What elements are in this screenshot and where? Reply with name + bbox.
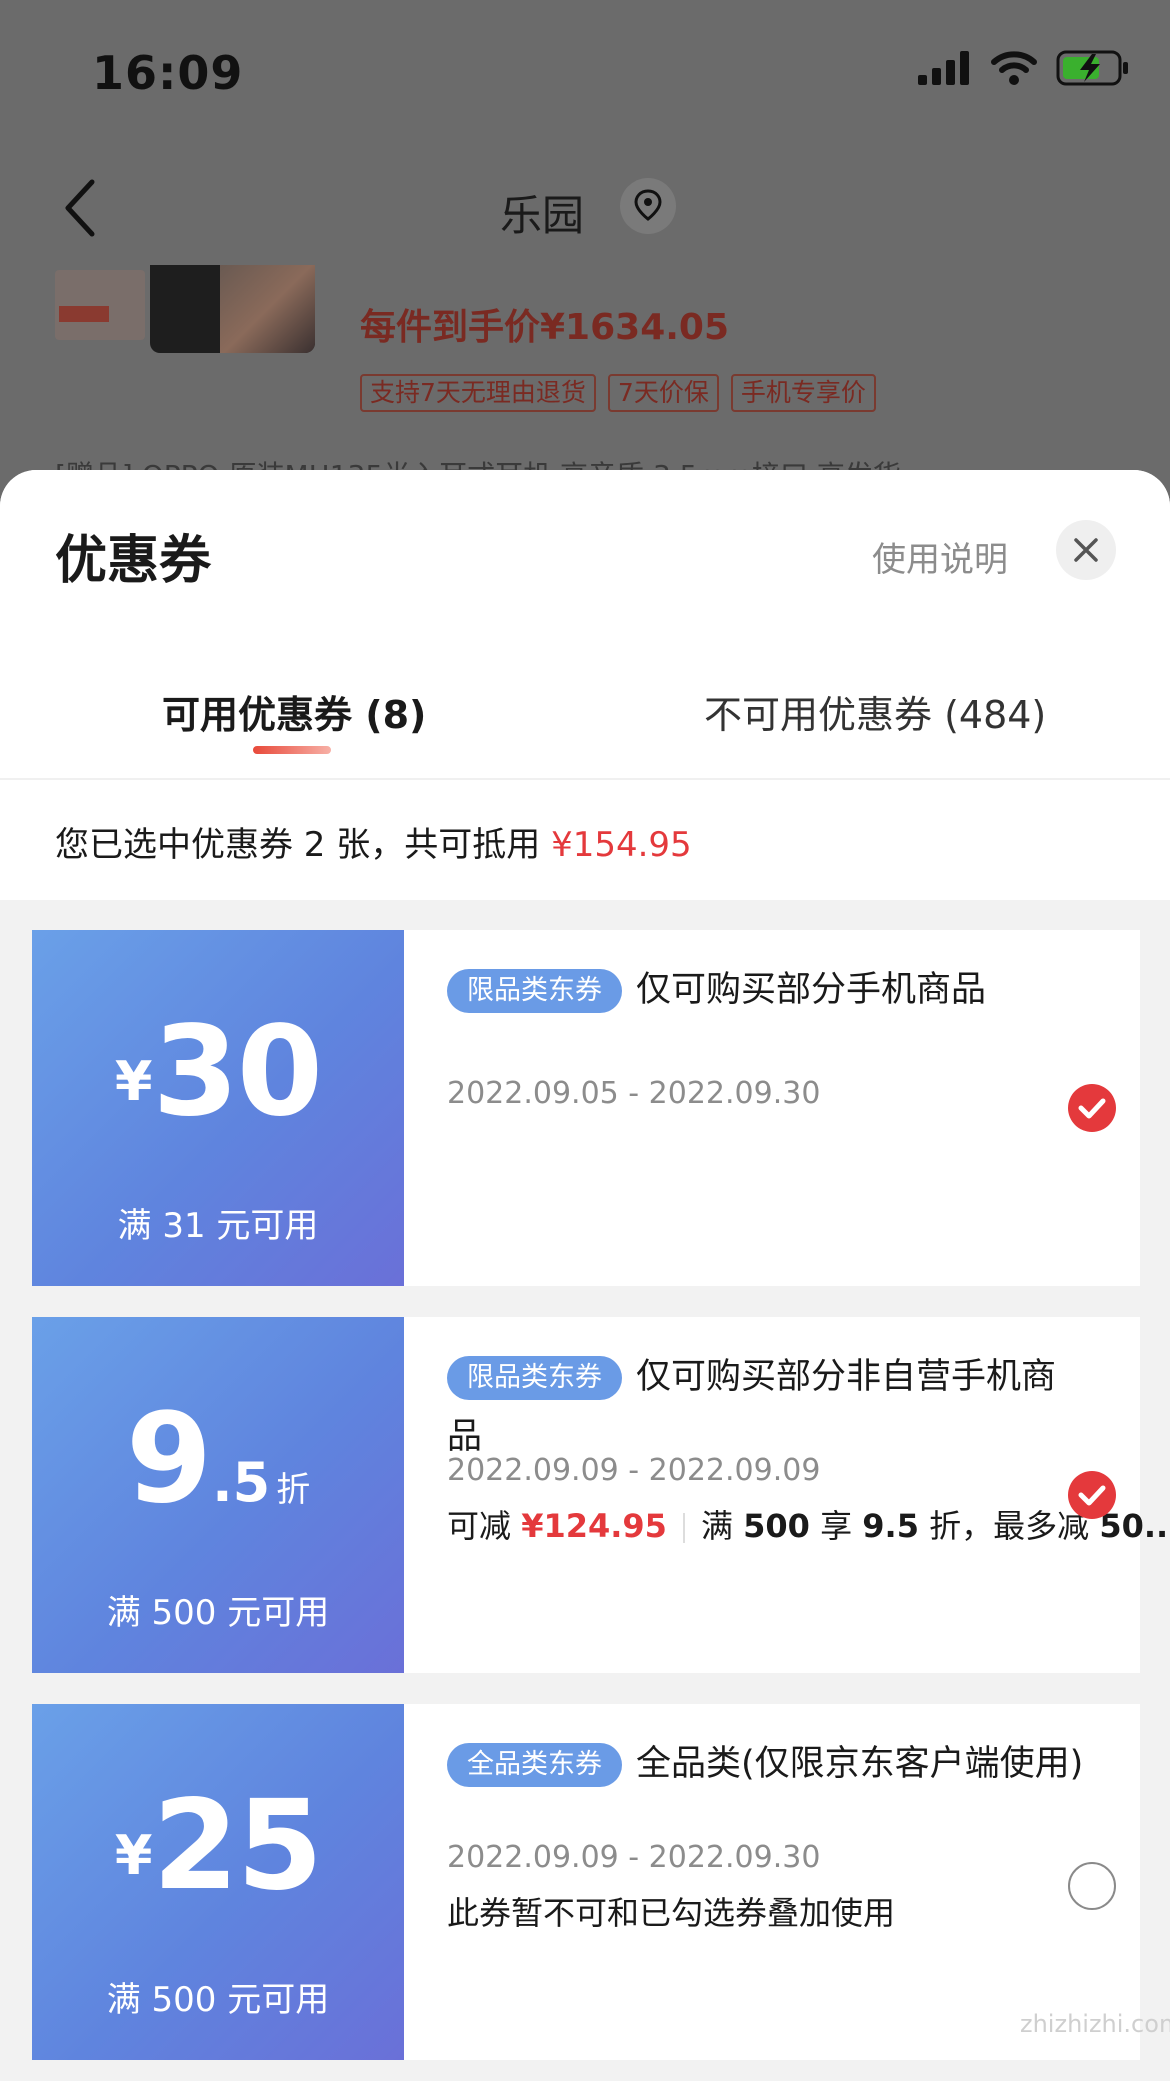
coupon-condition: 满 31 元可用: [117, 1206, 319, 1246]
close-icon: [1074, 538, 1098, 562]
nav-bar: 乐园: [0, 160, 1170, 250]
wifi-icon: [991, 51, 1037, 85]
coupon-details: 限品类东券 仅可购买部分非自营手机商品 2022.09.09 - 2022.09.…: [447, 1317, 1170, 1673]
coupon-value-panel: ¥25 满 500 元可用: [25, 1704, 404, 2060]
location-icon[interactable]: [620, 178, 676, 234]
coupon-savings-row: 可减 ¥124.95满 500 享 9.5 折，最多减 50...: [447, 1501, 1170, 1547]
amount-value: 25: [152, 1774, 324, 1918]
rule-text: 满: [700, 1507, 744, 1545]
product-image: [150, 265, 315, 353]
rule-threshold: 500: [743, 1507, 810, 1545]
summary-amount: ¥154.95: [551, 825, 692, 865]
coupon-type-badge: 限品类东券: [447, 969, 622, 1013]
selection-summary: 您已选中优惠券 2 张，共可抵用 ¥154.95: [55, 817, 692, 866]
product-tag: 手机专享价: [730, 374, 876, 412]
tab-unavailable-coupons[interactable]: 不可用优惠券 (484): [704, 684, 1046, 739]
coupon-card[interactable]: ¥30 满 31 元可用 限品类东券 仅可购买部分手机商品 2022.09.05 …: [25, 930, 1140, 1286]
discount-dec: .5: [212, 1451, 271, 1514]
coupon-type-badge: 限品类东券: [447, 1356, 622, 1400]
coupon-validity: 2022.09.05 - 2022.09.30: [447, 1076, 821, 1111]
sheet-header: 优惠券 使用说明 可用优惠券 (8) 不可用优惠券 (484) 您已选中优惠券 …: [0, 470, 1170, 900]
tab-available-coupons[interactable]: 可用优惠券 (8): [162, 684, 426, 739]
coupon-description-row: 全品类东券 全品类(仅限京东客户端使用): [447, 1734, 1087, 1794]
battery-charging-icon: [1056, 50, 1128, 86]
status-icons: [918, 50, 1130, 86]
summary-text: 您已选中优惠券 2 张，共可抵用: [55, 825, 552, 865]
divider: [0, 778, 1170, 780]
coupon-type-badge: 全品类东券: [447, 1743, 622, 1787]
coupon-details: 全品类东券 全品类(仅限京东客户端使用) 2022.09.09 - 2022.09…: [447, 1704, 1087, 2060]
coupon-description: 全品类(仅限京东客户端使用): [636, 1744, 1084, 1784]
coupon-validity: 2022.09.09 - 2022.09.09: [447, 1453, 821, 1488]
coupon-card[interactable]: ¥25 满 500 元可用 全品类东券 全品类(仅限京东客户端使用) 2022.0…: [25, 1704, 1140, 2060]
nav-title: 乐园: [500, 191, 585, 240]
product-tag: 7天价保: [607, 374, 719, 412]
coupon-amount: ¥25: [32, 1774, 404, 1918]
back-icon[interactable]: [62, 178, 98, 238]
rule-rate: 9.5: [862, 1507, 919, 1545]
usage-instructions-link[interactable]: 使用说明: [872, 532, 1008, 581]
close-button[interactable]: [1056, 520, 1116, 580]
coupon-sheet: 优惠券 使用说明 可用优惠券 (8) 不可用优惠券 (484) 您已选中优惠券 …: [0, 470, 1170, 2081]
coupon-validity: 2022.09.09 - 2022.09.30: [447, 1840, 821, 1875]
rule-text: 享: [809, 1507, 863, 1545]
coupon-amount: ¥30: [32, 1000, 404, 1144]
coupon-condition: 满 500 元可用: [106, 1980, 330, 2020]
coupon-description-row: 限品类东券 仅可购买部分非自营手机商品: [447, 1347, 1087, 1467]
sheet-title: 优惠券: [55, 531, 212, 591]
coupon-value-panel: ¥30 满 31 元可用: [25, 930, 404, 1286]
coupon-card[interactable]: 9.5 折 满 500 元可用 限品类东券 仅可购买部分非自营手机商品 2022.0…: [25, 1317, 1170, 1673]
separator: [682, 1513, 685, 1543]
coupon-details: 限品类东券 仅可购买部分手机商品 2022.09.05 - 2022.09.30: [447, 930, 1087, 1286]
coupon-description-row: 限品类东券 仅可购买部分手机商品: [447, 960, 1087, 1020]
unchecked-radio[interactable]: [1068, 1862, 1116, 1910]
product-tags: 支持7天无理由退货 7天价保 手机专享价: [360, 374, 876, 412]
coupon-note: 此券暂不可和已勾选券叠加使用: [447, 1894, 896, 1932]
discount-int: 9: [125, 1387, 213, 1531]
product-price: 每件到手价¥1634.05: [360, 307, 730, 348]
product-thumbnail: [55, 270, 145, 340]
coupon-value-panel: 9.5 折 满 500 元可用: [25, 1317, 404, 1673]
background-page: 16:09 乐园 每件到手价¥1634.05 支持7天无理由退货 7天价保 手机…: [0, 0, 1170, 520]
status-bar: 16:09: [0, 0, 1170, 150]
product-tag: 支持7天无理由退货: [360, 374, 596, 412]
savings-amount: ¥124.95: [521, 1507, 667, 1545]
active-tab-indicator: [253, 746, 331, 754]
currency-symbol: ¥: [114, 1824, 153, 1887]
checked-icon[interactable]: [1068, 1084, 1116, 1132]
currency-symbol: ¥: [114, 1050, 153, 1113]
signal-icon: [918, 51, 969, 85]
status-time: 16:09: [92, 46, 244, 100]
checked-icon[interactable]: [1068, 1471, 1116, 1519]
savings-label: 可减: [447, 1507, 522, 1545]
discount-unit: 折: [276, 1470, 311, 1510]
coupon-condition: 满 500 元可用: [106, 1593, 330, 1633]
coupon-discount: 9.5 折: [32, 1387, 404, 1531]
amount-value: 30: [152, 1000, 324, 1144]
coupon-description: 仅可购买部分手机商品: [636, 970, 987, 1010]
watermark: zhizhizhi.com: [1020, 2010, 1170, 2038]
